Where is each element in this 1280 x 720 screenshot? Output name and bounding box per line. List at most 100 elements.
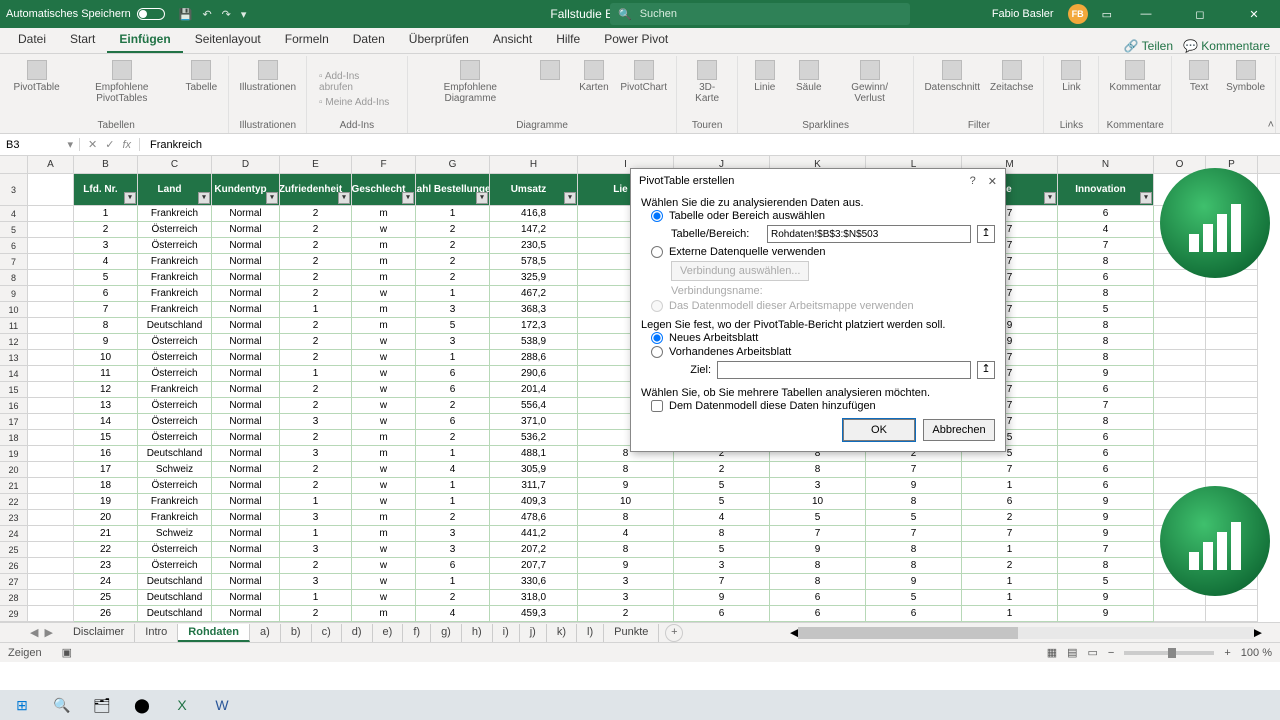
cell[interactable]: 2 <box>416 270 490 286</box>
cell[interactable]: 6 <box>1058 270 1154 286</box>
cell[interactable]: 6 <box>770 606 866 622</box>
cell[interactable]: 9 <box>770 542 866 558</box>
cell[interactable]: 6 <box>770 590 866 606</box>
filter-icon[interactable]: ▾ <box>198 192 210 204</box>
cell[interactable]: 8 <box>866 542 962 558</box>
sheet-tab[interactable]: d) <box>342 624 373 642</box>
row-header[interactable]: 8 <box>0 270 28 286</box>
cell[interactable] <box>1206 382 1258 398</box>
row-header[interactable]: 5 <box>0 222 28 238</box>
cell[interactable]: w <box>352 334 416 350</box>
cell[interactable]: 1 <box>280 526 352 542</box>
cell[interactable]: 4 <box>74 254 138 270</box>
cell[interactable]: w <box>352 574 416 590</box>
tab-datei[interactable]: Datei <box>6 27 58 53</box>
cell[interactable] <box>1206 414 1258 430</box>
macro-record-icon[interactable]: ▣ <box>62 646 72 659</box>
cell[interactable]: 5 <box>866 590 962 606</box>
cell[interactable]: m <box>352 302 416 318</box>
cell[interactable]: 7 <box>866 462 962 478</box>
cell[interactable]: 2 <box>416 398 490 414</box>
cell[interactable]: 6 <box>866 606 962 622</box>
redo-icon[interactable]: ↷ <box>222 8 231 21</box>
ribbon-button[interactable]: Zeitachse <box>986 58 1037 120</box>
sheet-nav-prev-icon[interactable]: ◀ <box>30 626 38 639</box>
ribbon-button[interactable]: Kommentar <box>1105 58 1165 120</box>
cell[interactable]: 2 <box>280 558 352 574</box>
autosave-toggle[interactable]: Automatisches Speichern <box>6 8 165 20</box>
range-input[interactable] <box>767 225 971 243</box>
cell[interactable]: 2 <box>280 206 352 222</box>
cell[interactable] <box>28 542 74 558</box>
cell[interactable] <box>28 590 74 606</box>
cell[interactable]: 2 <box>280 398 352 414</box>
cell[interactable]: 18 <box>74 478 138 494</box>
taskbar-search-icon[interactable]: 🔍 <box>44 692 80 718</box>
cell[interactable]: 2 <box>416 510 490 526</box>
cell[interactable]: 3 <box>74 238 138 254</box>
ribbon-mode-icon[interactable]: ▭ <box>1102 8 1112 21</box>
ribbon-button[interactable]: PivotChart <box>617 58 671 120</box>
cell[interactable]: 1 <box>962 574 1058 590</box>
cell[interactable] <box>28 494 74 510</box>
cell[interactable]: Frankreich <box>138 286 212 302</box>
row-header[interactable]: 17 <box>0 414 28 430</box>
cell[interactable]: 7 <box>74 302 138 318</box>
cell[interactable]: 5 <box>416 318 490 334</box>
row-header[interactable]: 26 <box>0 558 28 574</box>
cell[interactable]: 2 <box>674 462 770 478</box>
cell[interactable]: Normal <box>212 382 280 398</box>
cell[interactable]: 207,2 <box>490 542 578 558</box>
cell[interactable]: 5 <box>74 270 138 286</box>
cell[interactable] <box>28 478 74 494</box>
radio-new-sheet[interactable] <box>651 332 663 344</box>
column-header[interactable]: F <box>352 156 416 173</box>
ribbon-button[interactable]: Datenschnitt <box>920 58 984 120</box>
cell[interactable]: 20 <box>74 510 138 526</box>
cell[interactable]: 3 <box>416 302 490 318</box>
cell[interactable] <box>1154 398 1206 414</box>
cell[interactable] <box>1206 446 1258 462</box>
cell[interactable]: Normal <box>212 462 280 478</box>
cell[interactable]: 21 <box>74 526 138 542</box>
cell[interactable] <box>28 510 74 526</box>
cell[interactable] <box>1154 350 1206 366</box>
cell[interactable] <box>1206 398 1258 414</box>
sheet-nav-next-icon[interactable]: ▶ <box>44 626 52 639</box>
cell[interactable]: 416,8 <box>490 206 578 222</box>
cell[interactable]: w <box>352 398 416 414</box>
column-header[interactable]: B <box>74 156 138 173</box>
row-header[interactable]: 28 <box>0 590 28 606</box>
tab-einfügen[interactable]: Einfügen <box>107 27 182 53</box>
cell[interactable] <box>1206 606 1258 622</box>
cell[interactable]: Normal <box>212 478 280 494</box>
view-normal-icon[interactable]: ▦ <box>1047 646 1057 659</box>
cell[interactable]: m <box>352 270 416 286</box>
cell[interactable]: 3 <box>280 574 352 590</box>
user-name[interactable]: Fabio Basler <box>992 8 1054 20</box>
cell[interactable]: m <box>352 318 416 334</box>
new-sheet-button[interactable]: + <box>665 624 683 642</box>
cell[interactable]: 478,6 <box>490 510 578 526</box>
cell[interactable]: 325,9 <box>490 270 578 286</box>
cell[interactable] <box>1154 334 1206 350</box>
table-header-cell[interactable]: Lfd. Nr.▾ <box>74 174 138 206</box>
cell[interactable]: 5 <box>866 510 962 526</box>
cell[interactable]: 9 <box>1058 494 1154 510</box>
column-header[interactable]: H <box>490 156 578 173</box>
cell[interactable]: 26 <box>74 606 138 622</box>
cell[interactable]: 2 <box>280 334 352 350</box>
ribbon-button[interactable]: Illustrationen <box>235 58 300 120</box>
cancel-button[interactable]: Abbrechen <box>923 419 995 441</box>
cell[interactable]: Österreich <box>138 366 212 382</box>
cell[interactable]: Österreich <box>138 542 212 558</box>
cell[interactable]: 8 <box>674 526 770 542</box>
cell[interactable]: Österreich <box>138 334 212 350</box>
cell[interactable]: Deutschland <box>138 606 212 622</box>
row-header[interactable]: 15 <box>0 382 28 398</box>
row-header[interactable]: 4 <box>0 206 28 222</box>
cell[interactable]: 9 <box>1058 606 1154 622</box>
cell[interactable]: 8 <box>866 494 962 510</box>
cell[interactable] <box>28 286 74 302</box>
column-header[interactable]: G <box>416 156 490 173</box>
